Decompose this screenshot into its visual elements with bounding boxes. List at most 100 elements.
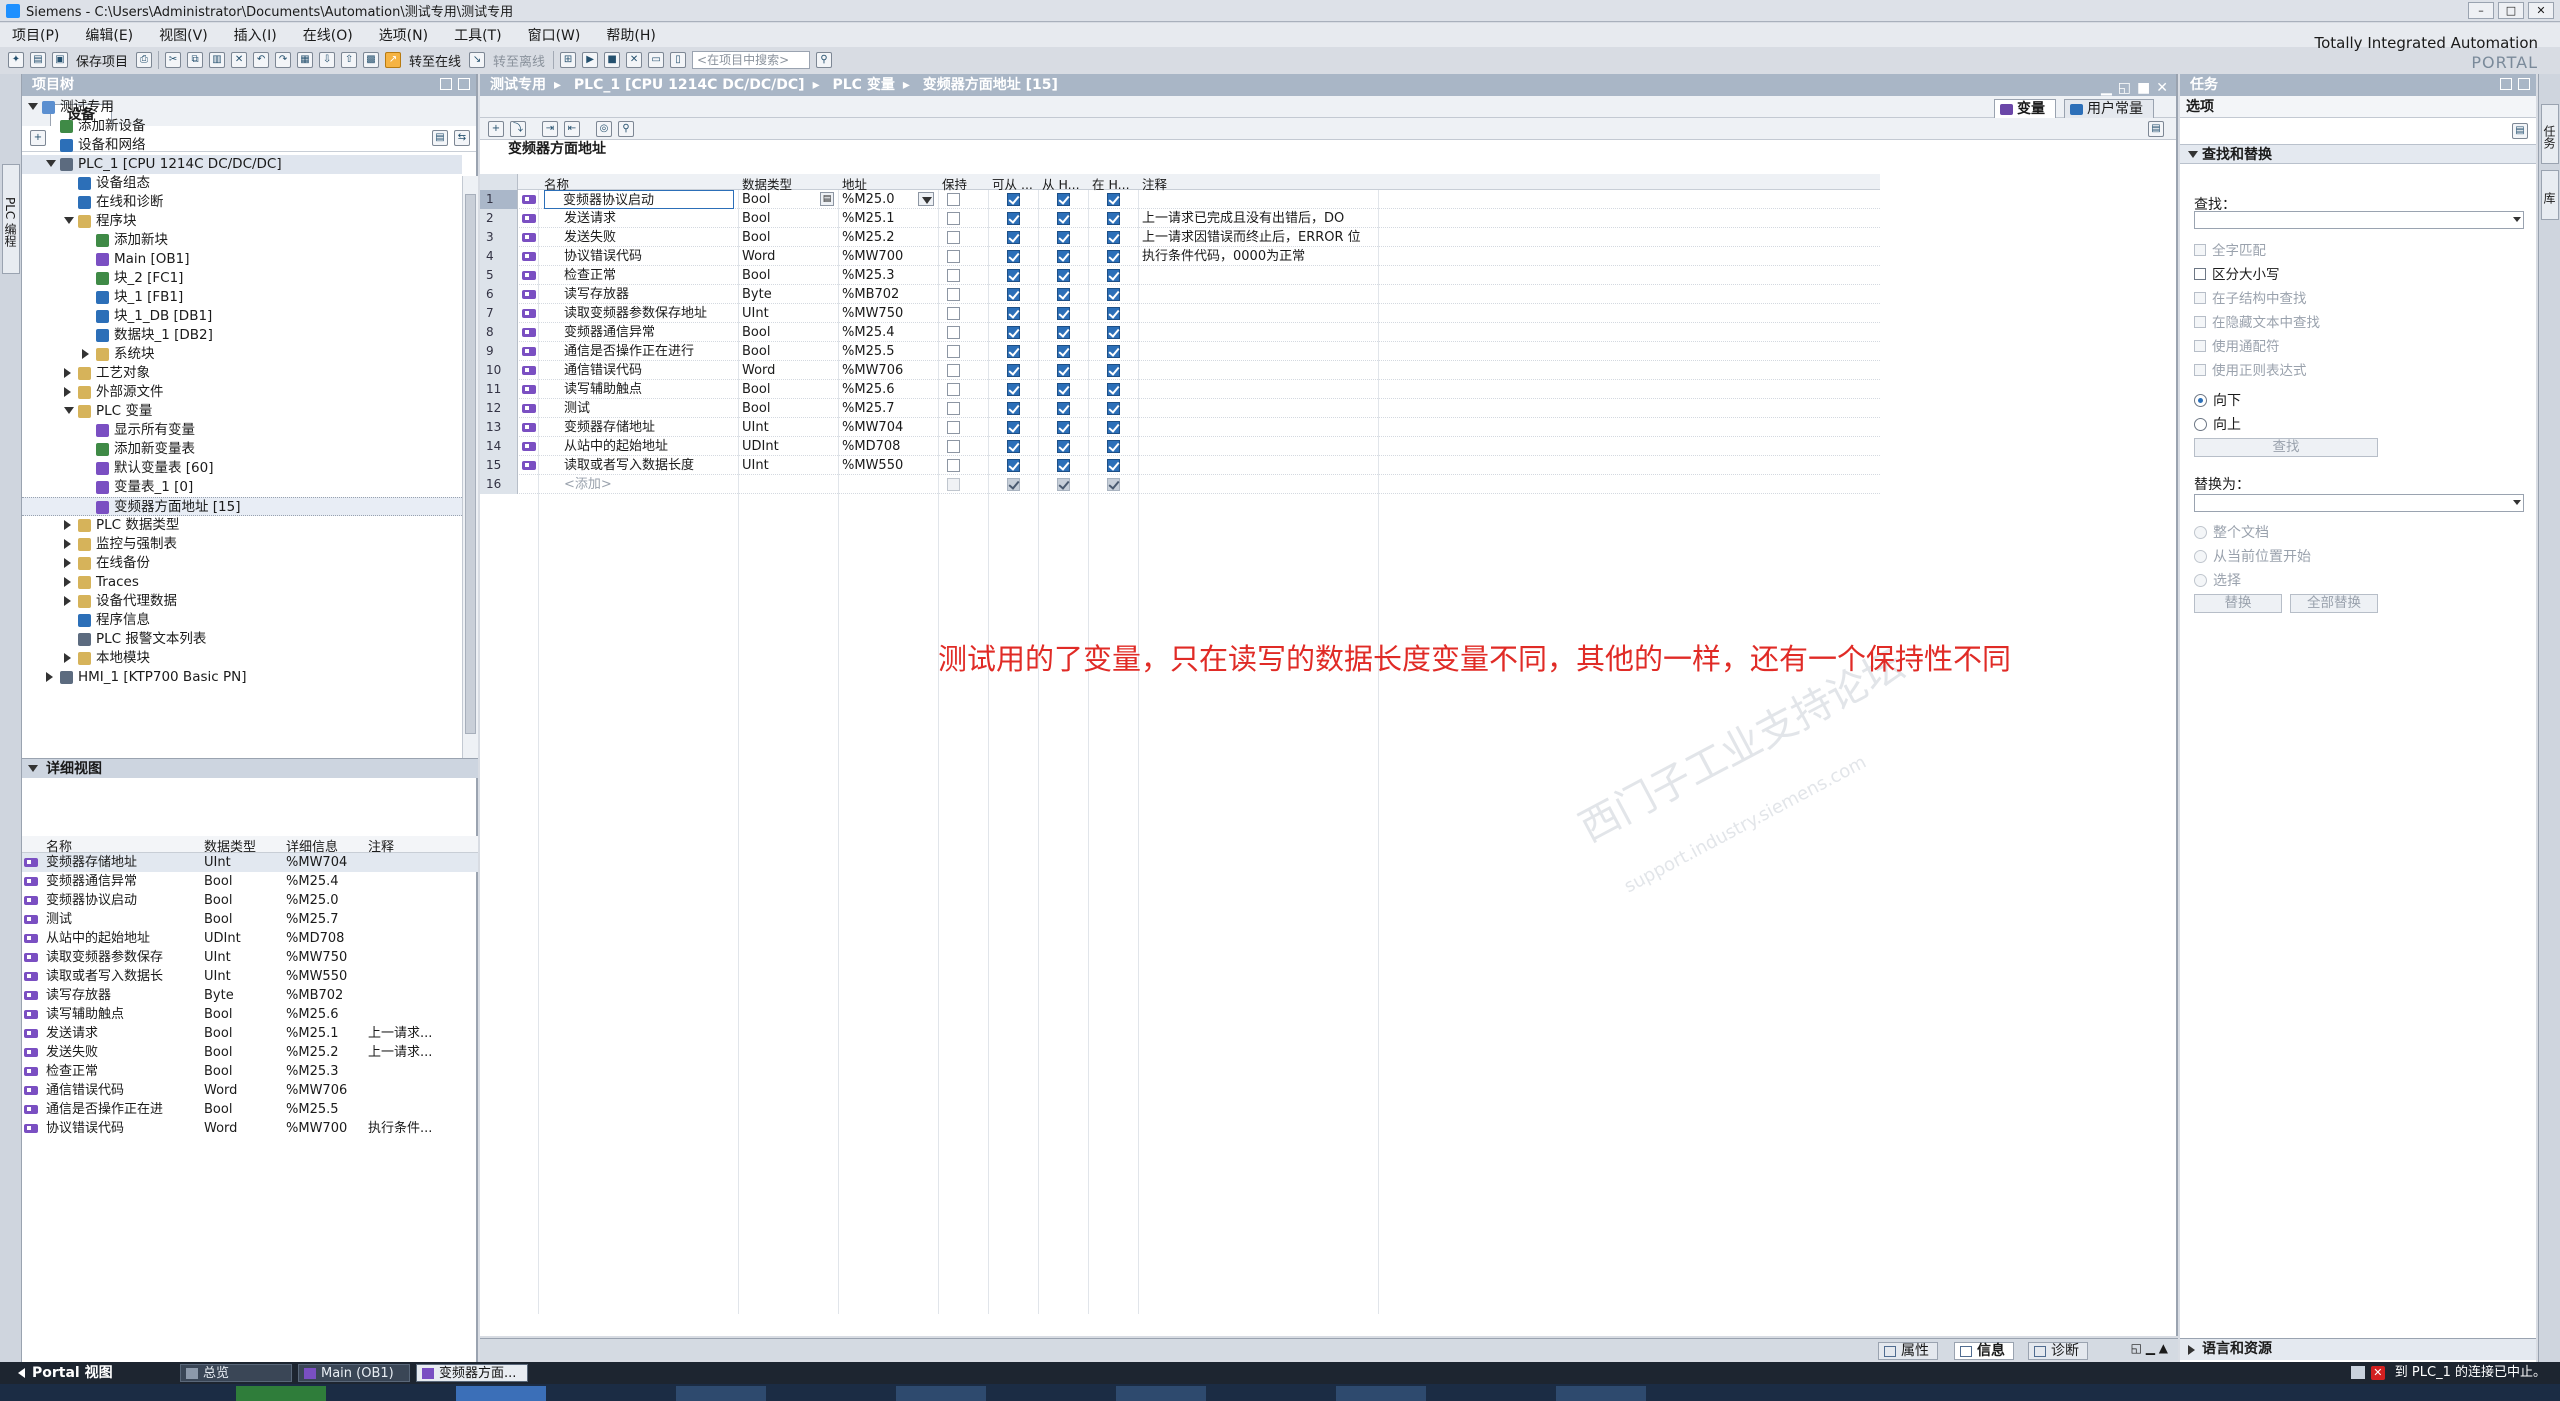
retain-checkbox[interactable]: [947, 440, 960, 453]
float-panel-icon[interactable]: [440, 78, 452, 90]
accessible-checkbox[interactable]: [1007, 440, 1020, 453]
tag-type-cell[interactable]: UInt: [742, 456, 834, 475]
chevron-down-icon[interactable]: [28, 103, 38, 110]
tag-name-cell[interactable]: 发送失败: [544, 228, 734, 247]
detail-row[interactable]: 发送失败 Bool %M25.2 上一请求...: [22, 1043, 478, 1062]
collapse-panel-icon[interactable]: [458, 78, 470, 90]
retain-checkbox[interactable]: [947, 383, 960, 396]
go-online-icon[interactable]: ↗: [385, 52, 402, 68]
tag-name-cell[interactable]: 检查正常: [544, 266, 734, 285]
panel-window-icons[interactable]: ◱ ▁ ▲: [2131, 1341, 2168, 1355]
tree-item[interactable]: 工艺对象: [22, 364, 462, 383]
chevron-down-icon[interactable]: [64, 217, 74, 224]
tag-row[interactable]: 9 通信是否操作正在进行 Bool %M25.5: [480, 342, 1880, 361]
retain-checkbox[interactable]: [947, 307, 960, 320]
find-input[interactable]: [2194, 211, 2524, 229]
accessible-checkbox[interactable]: [1007, 288, 1020, 301]
tree-item[interactable]: 外部源文件: [22, 383, 462, 402]
accessible-checkbox[interactable]: [1007, 459, 1020, 472]
accessible-checkbox[interactable]: [1007, 231, 1020, 244]
settings-icon[interactable]: ▤: [2148, 121, 2164, 137]
writable-checkbox[interactable]: [1057, 440, 1070, 453]
export-icon[interactable]: ⇥: [542, 121, 558, 137]
import-icon[interactable]: ⇤: [564, 121, 580, 137]
tag-address-cell[interactable]: %MW750: [842, 304, 934, 323]
tag-address-cell[interactable]: %MB702: [842, 285, 934, 304]
chevron-down-icon[interactable]: [64, 407, 74, 414]
chevron-right-icon[interactable]: [64, 596, 71, 606]
tree-item[interactable]: 变频器方面地址 [15]: [22, 497, 462, 516]
chevron-down-icon[interactable]: [2513, 500, 2521, 505]
tag-row[interactable]: 10 通信错误代码 Word %MW706: [480, 361, 1880, 380]
visible-checkbox[interactable]: [1107, 307, 1120, 320]
menu-item[interactable]: 窗口(W): [528, 25, 581, 45]
layout-icon[interactable]: ▤: [2512, 123, 2528, 139]
retain-checkbox[interactable]: [947, 345, 960, 358]
tree-item[interactable]: 设备和网络: [22, 136, 462, 155]
tag-name-cell[interactable]: 测试: [544, 399, 734, 418]
visible-checkbox[interactable]: [1107, 212, 1120, 225]
writable-checkbox[interactable]: [1057, 307, 1070, 320]
tag-row[interactable]: 8 变频器通信异常 Bool %M25.4: [480, 323, 1880, 342]
visible-checkbox[interactable]: [1107, 269, 1120, 282]
tag-type-cell[interactable]: Bool: [742, 399, 834, 418]
tag-type-cell[interactable]: Bool: [742, 323, 834, 342]
chevron-right-icon[interactable]: [64, 368, 71, 378]
tree-item[interactable]: Main [OB1]: [22, 250, 462, 269]
footer-tab-overview[interactable]: 总览: [180, 1364, 292, 1382]
chevron-down-icon[interactable]: [28, 765, 38, 772]
visible-checkbox[interactable]: [1107, 459, 1120, 472]
tag-row[interactable]: 1 变频器协议启动 Bool %M25.0 ▤: [480, 190, 1880, 209]
tree-item[interactable]: 测试专用: [22, 98, 462, 117]
tag-address-cell[interactable]: %MD708: [842, 437, 934, 456]
tag-row[interactable]: 6 读写存放器 Byte %MB702: [480, 285, 1880, 304]
tag-comment-cell[interactable]: 上一请求因错误而终止后，ERROR 位: [1142, 228, 1378, 247]
visible-checkbox[interactable]: [1107, 345, 1120, 358]
tree-item[interactable]: 程序信息: [22, 611, 462, 630]
writable-checkbox[interactable]: [1057, 345, 1070, 358]
tree-item[interactable]: 添加新变量表: [22, 440, 462, 459]
visible-checkbox[interactable]: [1107, 288, 1120, 301]
tag-row[interactable]: 14 从站中的起始地址 UDInt %MD708: [480, 437, 1880, 456]
taskbar-item[interactable]: [1556, 1386, 1646, 1401]
retain-checkbox[interactable]: [947, 193, 960, 206]
tag-row[interactable]: 7 读取变频器参数保存地址 UInt %MW750: [480, 304, 1880, 323]
cut-icon[interactable]: ✂: [165, 52, 182, 68]
close-button[interactable]: ✕: [2528, 2, 2554, 19]
address-dropdown-button[interactable]: [918, 192, 934, 206]
tag-address-cell[interactable]: %M25.3: [842, 266, 934, 285]
maximize-button[interactable]: □: [2498, 2, 2524, 19]
tag-type-cell[interactable]: Bool: [742, 266, 834, 285]
menu-item[interactable]: 项目(P): [12, 25, 59, 45]
download-icon[interactable]: ⇩: [319, 52, 336, 68]
stop-cpu-icon[interactable]: ■: [604, 52, 621, 68]
taskbar-item[interactable]: [896, 1386, 986, 1401]
save-icon[interactable]: ▣: [52, 52, 68, 68]
tag-address-cell[interactable]: %MW700: [842, 247, 934, 266]
tree-item[interactable]: 设备组态: [22, 174, 462, 193]
scrollbar-thumb[interactable]: [465, 194, 476, 734]
writable-checkbox[interactable]: [1057, 421, 1070, 434]
visible-checkbox[interactable]: [1107, 250, 1120, 263]
chevron-right-icon[interactable]: [46, 672, 53, 682]
tree-item[interactable]: 数据块_1 [DB2]: [22, 326, 462, 345]
go-offline-icon[interactable]: ↘: [469, 52, 486, 68]
add-tag-placeholder[interactable]: <添加>: [564, 475, 612, 494]
open-project-icon[interactable]: ▤: [30, 52, 46, 68]
tag-address-cell[interactable]: %MW704: [842, 418, 934, 437]
tag-row[interactable]: 11 读写辅助触点 Bool %M25.6: [480, 380, 1880, 399]
accessible-checkbox[interactable]: [1007, 307, 1020, 320]
tag-address-cell[interactable]: %MW706: [842, 361, 934, 380]
filter-icon[interactable]: ⚲: [618, 121, 634, 137]
copy-icon[interactable]: ⧉: [187, 52, 204, 68]
detail-view-header[interactable]: 详细视图: [22, 758, 478, 778]
tag-name-cell[interactable]: 协议错误代码: [544, 247, 734, 266]
tree-item[interactable]: 变量表_1 [0]: [22, 478, 462, 497]
tag-name-cell[interactable]: 读写存放器: [544, 285, 734, 304]
tag-type-cell[interactable]: UDInt: [742, 437, 834, 456]
tab-user-constants[interactable]: 用户常量: [2064, 99, 2154, 119]
tag-comment-cell[interactable]: 执行条件代码，0000为正常: [1142, 247, 1378, 266]
retain-checkbox[interactable]: [947, 288, 960, 301]
accessible-devices-icon[interactable]: ⊞: [560, 52, 577, 68]
replace-all-button[interactable]: 全部替换: [2290, 594, 2378, 613]
